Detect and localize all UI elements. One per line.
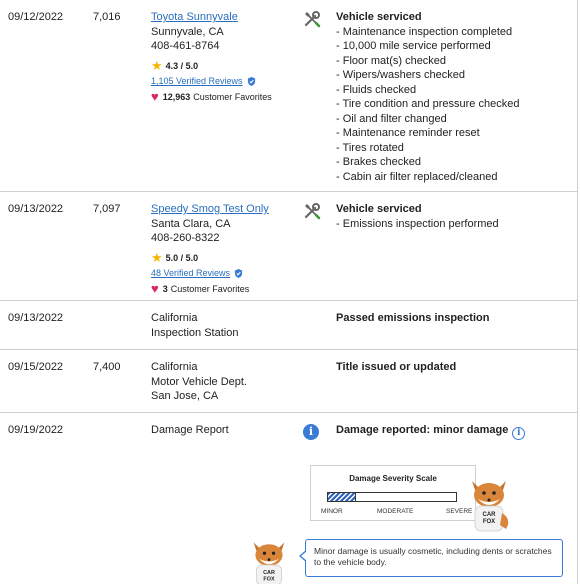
- service-item: Oil and filter changed: [336, 112, 571, 127]
- dealer-link[interactable]: Speedy Smog Test Only: [151, 203, 269, 215]
- source-line: Motor Vehicle Dept.: [151, 375, 247, 388]
- reviews: 1,105 Verified Reviews: [151, 74, 301, 89]
- record-date: 09/13/2022: [8, 312, 64, 324]
- event-title: Passed emissions inspection: [336, 312, 490, 324]
- record-date: 09/15/2022: [8, 361, 64, 373]
- record-date: 09/13/2022: [8, 203, 64, 215]
- source-info: Damage Report: [151, 423, 301, 438]
- event-details: Title issued or updated: [336, 360, 571, 375]
- favorites-count: 3: [162, 283, 168, 294]
- history-row: 09/15/2022 7,400 California Motor Vehicl…: [0, 350, 578, 413]
- service-item: 10,000 mile service performed: [336, 39, 571, 54]
- event-details: Damage reported: minor damage i: [336, 423, 571, 440]
- rating: ★ 5.0 / 5.0: [151, 251, 301, 266]
- scale-label-moderate: MODERATE: [377, 508, 414, 515]
- odometer-reading: 7,097: [93, 203, 121, 215]
- service-item: Cabin air filter replaced/cleaned: [336, 170, 571, 185]
- service-item: Maintenance inspection completed: [336, 25, 571, 40]
- record-date: 09/19/2022: [8, 424, 64, 436]
- mascot-shirt-text: CAR: [483, 512, 497, 518]
- severity-bar-fill: [328, 493, 357, 501]
- service-item: Brakes checked: [336, 155, 571, 170]
- record-date: 09/12/2022: [8, 11, 64, 23]
- heart-icon: ♥: [151, 88, 159, 104]
- source-info: California Motor Vehicle Dept. San Jose,…: [151, 360, 301, 404]
- odometer-reading: 7,016: [93, 11, 121, 23]
- star-icon: ★: [151, 57, 163, 73]
- mascot-shirt-text: FOX: [263, 576, 275, 582]
- service-item: Floor mat(s) checked: [336, 54, 571, 69]
- event-title: Damage reported: minor damage: [336, 424, 509, 436]
- favorites-count: 12,963: [162, 91, 191, 102]
- source-line: California: [151, 312, 198, 324]
- source-phone: 408-461-8764: [151, 40, 220, 52]
- scale-label-minor: MINOR: [321, 508, 343, 515]
- service-item: Maintenance reminder reset: [336, 126, 571, 141]
- info-outline-icon[interactable]: i: [512, 427, 526, 440]
- customer-favorites: ♥ 12,963 Customer Favorites: [151, 90, 301, 105]
- reviews-link[interactable]: 48 Verified Reviews: [151, 266, 230, 281]
- mascot-shirt-text: FOX: [483, 519, 495, 525]
- scale-title: Damage Severity Scale: [349, 474, 437, 483]
- favorites-label: Customer Favorites: [193, 91, 272, 102]
- star-icon: ★: [151, 249, 163, 265]
- source-line: San Jose, CA: [151, 390, 219, 402]
- odometer-reading: 7,400: [93, 361, 121, 373]
- favorites-label: Customer Favorites: [170, 283, 250, 294]
- customer-favorites: ♥ 3 Customer Favorites: [151, 282, 301, 297]
- severity-bar: [327, 492, 457, 502]
- source-line: California: [151, 361, 198, 373]
- service-item: Tires rotated: [336, 141, 571, 156]
- service-item: Emissions inspection performed: [336, 217, 571, 232]
- service-details: Vehicle serviced Maintenance inspection …: [336, 10, 571, 184]
- service-item: Tire condition and pressure checked: [336, 97, 571, 112]
- history-row: 09/13/2022 7,097 Speedy Smog Test Only S…: [0, 192, 578, 301]
- source-info: Toyota Sunnyvale Sunnyvale, CA 408-461-8…: [151, 10, 301, 104]
- wrench-screwdriver-icon: [303, 202, 321, 220]
- source-line: Damage Report: [151, 424, 229, 436]
- service-details: Vehicle serviced Emissions inspection pe…: [336, 202, 571, 231]
- dealer-link[interactable]: Toyota Sunnyvale: [151, 11, 238, 23]
- source-city: Sunnyvale, CA: [151, 25, 224, 38]
- source-info: Speedy Smog Test Only Santa Clara, CA 40…: [151, 202, 301, 296]
- info-icon: i: [303, 424, 321, 442]
- history-row: 09/12/2022 7,016 Toyota Sunnyvale Sunnyv…: [0, 0, 578, 192]
- carfox-mascot-icon: CAR FOX: [253, 542, 285, 584]
- rating: ★ 4.3 / 5.0: [151, 59, 301, 74]
- rating-value: 5.0 / 5.0: [165, 252, 199, 263]
- service-item: Wipers/washers checked: [336, 68, 571, 83]
- damage-tooltip: Minor damage is usually cosmetic, includ…: [299, 539, 563, 577]
- reviews-link[interactable]: 1,105 Verified Reviews: [151, 74, 243, 89]
- heart-icon: ♥: [151, 280, 159, 296]
- source-info: California Inspection Station: [151, 311, 301, 340]
- carfox-mascot-icon: CAR FOX: [472, 481, 509, 532]
- verified-badge-icon: [234, 268, 243, 278]
- damage-severity-scale: Damage Severity Scale MINOR MODERATE SEV…: [310, 465, 476, 521]
- source-city: Santa Clara, CA: [151, 217, 231, 230]
- event-title: Vehicle serviced: [336, 203, 422, 215]
- mascot-shirt-text: CAR: [263, 570, 275, 576]
- service-item: Fluids checked: [336, 83, 571, 98]
- event-title: Title issued or updated: [336, 361, 457, 373]
- history-row: 09/13/2022 California Inspection Station…: [0, 301, 578, 350]
- reviews: 48 Verified Reviews: [151, 266, 301, 281]
- rating-value: 4.3 / 5.0: [165, 60, 199, 71]
- source-phone: 408-260-8322: [151, 232, 220, 244]
- verified-badge-icon: [247, 76, 255, 86]
- event-title: Vehicle serviced: [336, 11, 422, 23]
- event-details: Passed emissions inspection: [336, 311, 571, 326]
- wrench-screwdriver-icon: [303, 10, 321, 28]
- source-line: Inspection Station: [151, 326, 239, 339]
- vehicle-history-table: 09/12/2022 7,016 Toyota Sunnyvale Sunnyv…: [0, 0, 578, 584]
